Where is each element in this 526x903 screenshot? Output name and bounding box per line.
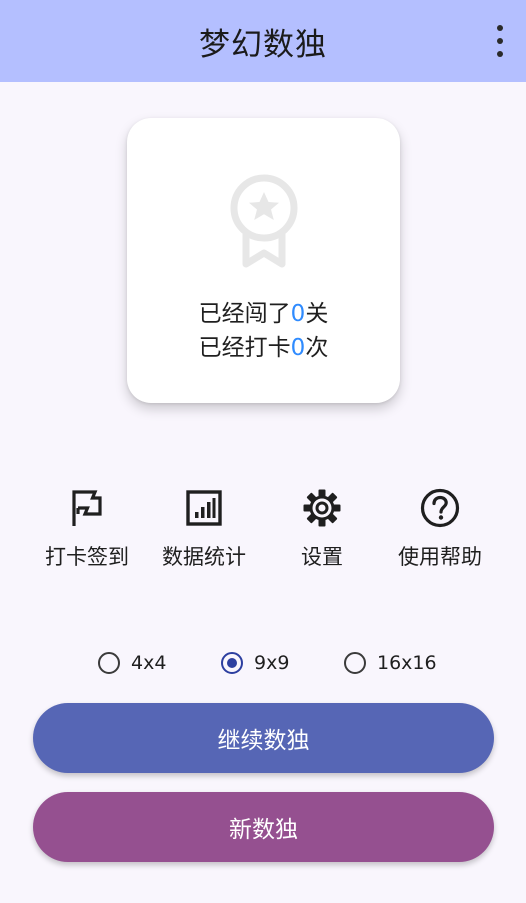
radio-label-9x9: 9x9: [254, 652, 290, 674]
radio-16x16[interactable]: 16x16: [344, 648, 437, 678]
radio-9x9[interactable]: 9x9: [221, 648, 289, 678]
checkin-button[interactable]: 打卡签到: [27, 488, 147, 578]
settings-button[interactable]: 设置: [262, 488, 382, 578]
app-title: 梦幻数独: [199, 26, 327, 63]
new-sudoku-button[interactable]: 新数独: [33, 792, 494, 862]
statistics-button[interactable]: 数据统计: [144, 488, 264, 578]
app-bar: 梦幻数独: [0, 0, 526, 82]
help-icon: [420, 488, 460, 528]
help-label: 使用帮助: [398, 545, 482, 569]
radio-circle[interactable]: [98, 652, 120, 674]
levels-completed-text: 已经闯了0关: [198, 301, 329, 327]
radio-label-16x16: 16x16: [377, 652, 437, 674]
help-button[interactable]: 使用帮助: [380, 488, 500, 578]
radio-label-4x4: 4x4: [131, 652, 167, 674]
grid-size-selector: 4x4 9x9 16x16: [0, 648, 526, 678]
gear-icon: [303, 489, 341, 527]
more-vert-icon[interactable]: [492, 25, 508, 57]
stats-card: 已经闯了0关 已经打卡0次: [127, 118, 400, 403]
radio-circle[interactable]: [344, 652, 366, 674]
stats-icon: [186, 490, 222, 526]
checkin-count: 0: [290, 335, 306, 361]
statistics-label: 数据统计: [162, 545, 246, 569]
flag-icon: [72, 490, 102, 526]
checkin-count-text: 已经打卡0次: [198, 335, 329, 361]
continue-sudoku-button[interactable]: 继续数独: [33, 703, 494, 773]
radio-circle[interactable]: [221, 652, 243, 674]
checkin-label: 打卡签到: [45, 545, 129, 569]
levels-count: 0: [290, 301, 306, 327]
medal-icon: [230, 174, 298, 268]
radio-4x4[interactable]: 4x4: [98, 648, 166, 678]
settings-label: 设置: [301, 545, 343, 569]
